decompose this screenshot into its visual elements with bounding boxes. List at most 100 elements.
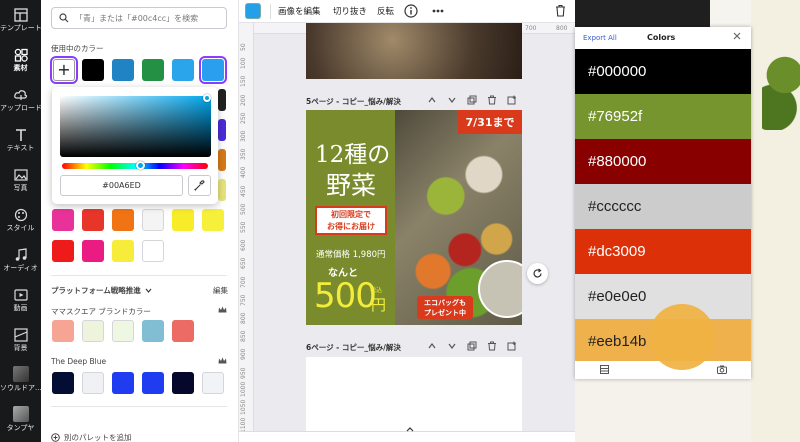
flip-button[interactable]: 反転: [377, 5, 394, 17]
page-6-title[interactable]: 6ページ - コピー_悩み/解決: [306, 342, 401, 353]
eyedropper-button[interactable]: [188, 175, 211, 196]
color-swatch[interactable]: [142, 59, 164, 81]
color-swatch-selected[interactable]: [199, 56, 227, 84]
color-swatch[interactable]: [218, 119, 226, 141]
page-5-title[interactable]: 5ページ - コピー_悩み/解決: [306, 96, 401, 107]
ecobag-label[interactable]: エコバッグも プレゼント中: [417, 296, 473, 319]
color-search-input[interactable]: 「青」または「#00c4cc」を検索: [51, 7, 227, 29]
app-thumbnail: [12, 366, 29, 382]
trash-icon[interactable]: [555, 4, 566, 17]
saturation-handle[interactable]: [203, 94, 211, 102]
add-page-icon[interactable]: [507, 341, 517, 351]
rail-item-upload[interactable]: アップロード: [0, 82, 41, 122]
color-swatch[interactable]: [172, 209, 194, 231]
crop-button[interactable]: 切り抜き: [333, 5, 367, 17]
color-swatch[interactable]: [82, 240, 104, 262]
rail-item-elements[interactable]: 素材: [0, 42, 41, 82]
hex-input[interactable]: #00A6ED: [60, 175, 183, 196]
color-swatch[interactable]: [218, 179, 226, 201]
chevron-up-icon[interactable]: [405, 426, 415, 432]
date-badge[interactable]: 7/31まで: [458, 110, 522, 134]
color-swatch[interactable]: [82, 59, 104, 81]
add-color-button[interactable]: +: [50, 56, 78, 84]
rail-item-audio[interactable]: オーディオ: [0, 242, 41, 282]
deep-blue-swatch[interactable]: [82, 372, 104, 394]
edit-image-button[interactable]: 画像を編集: [278, 5, 321, 17]
color-swatch[interactable]: [112, 59, 134, 81]
delete-page-icon[interactable]: [487, 341, 497, 351]
color-row[interactable]: #cccccc: [575, 184, 751, 229]
color-swatch[interactable]: [172, 59, 194, 81]
hue-handle[interactable]: [136, 161, 145, 170]
color-swatch[interactable]: [112, 240, 134, 262]
rail-label: 素材: [13, 64, 28, 72]
close-icon[interactable]: [732, 31, 742, 41]
color-row[interactable]: #dc3009: [575, 229, 751, 274]
refresh-button[interactable]: [527, 263, 548, 284]
brand-color-swatch[interactable]: [112, 320, 134, 342]
color-swatch[interactable]: [52, 240, 74, 262]
price-text[interactable]: 500: [314, 276, 377, 316]
rail-item-app-2[interactable]: タンプヤ: [0, 402, 41, 442]
color-row[interactable]: #880000: [575, 139, 751, 184]
color-swatch[interactable]: [218, 149, 226, 171]
add-page-icon[interactable]: [507, 95, 517, 105]
promo-line-2: お得にお届け: [327, 222, 375, 231]
deep-blue-swatch[interactable]: [172, 372, 194, 394]
rail-label: ソウルドア...: [0, 384, 41, 392]
rail-item-photos[interactable]: 写真: [0, 162, 41, 202]
brand-color-swatch[interactable]: [82, 320, 104, 342]
color-row[interactable]: #000000: [575, 49, 751, 94]
headline-line-2[interactable]: 野菜: [326, 166, 376, 202]
color-swatch[interactable]: [112, 209, 134, 231]
chevron-up-icon[interactable]: [427, 95, 437, 105]
regular-price[interactable]: 通常価格 1,980円: [316, 248, 386, 260]
rail-item-background[interactable]: 背景: [0, 322, 41, 362]
hue-slider[interactable]: [62, 163, 208, 169]
tax-label[interactable]: 税込: [370, 285, 382, 294]
color-swatch[interactable]: [52, 209, 74, 231]
deep-blue-swatch[interactable]: [52, 372, 74, 394]
headline-line-1[interactable]: 12種の: [315, 135, 390, 169]
price-unit[interactable]: 円: [371, 294, 386, 315]
chevron-down-icon[interactable]: [447, 341, 457, 351]
edit-palette-link[interactable]: 編集: [213, 285, 228, 296]
delete-page-icon[interactable]: [487, 95, 497, 105]
chevron-down-icon[interactable]: [447, 95, 457, 105]
rail-item-video[interactable]: 動画: [0, 282, 41, 322]
design-page-5[interactable]: 7/31まで 12種の 野菜 初回限定で お得にお届け 通常価格 1,980円 …: [306, 110, 522, 325]
deep-blue-swatch[interactable]: [202, 372, 224, 394]
list-view-icon[interactable]: [600, 365, 609, 374]
color-swatch[interactable]: [218, 89, 226, 111]
duplicate-page-icon[interactable]: [467, 95, 477, 105]
duplicate-page-icon[interactable]: [467, 341, 477, 351]
brand-color-swatch[interactable]: [172, 320, 194, 342]
color-swatch[interactable]: [142, 240, 164, 262]
rail-item-templates[interactable]: テンプレート: [0, 2, 41, 42]
brand-color-swatch[interactable]: [142, 320, 164, 342]
more-options-icon[interactable]: [432, 9, 444, 13]
rail-item-app-1[interactable]: ソウルドア...: [0, 362, 41, 402]
export-all-button[interactable]: Export All: [583, 34, 617, 42]
deep-blue-swatch[interactable]: [142, 372, 164, 394]
color-swatch[interactable]: [82, 209, 104, 231]
chevron-up-icon[interactable]: [427, 341, 437, 351]
fill-color-button[interactable]: [245, 3, 261, 19]
info-icon[interactable]: [404, 4, 418, 18]
ruler-tick-label: 650: [240, 257, 247, 270]
rail-item-style[interactable]: スタイル: [0, 202, 41, 242]
saturation-area[interactable]: [60, 96, 211, 157]
deep-blue-swatch[interactable]: [112, 372, 134, 394]
page-4-preview[interactable]: [306, 23, 522, 79]
add-palette-button[interactable]: 別のパレットを追加: [51, 432, 132, 442]
color-row[interactable]: #76952f: [575, 94, 751, 139]
ruler-tick-label: 800: [556, 25, 568, 32]
rail-item-text[interactable]: テキスト: [0, 122, 41, 162]
color-swatch[interactable]: [142, 209, 164, 231]
color-swatch[interactable]: [202, 209, 224, 231]
ruler-tick-label: 200: [240, 94, 247, 106]
promo-box[interactable]: 初回限定で お得にお届け: [315, 206, 387, 235]
camera-icon[interactable]: [717, 365, 727, 374]
brand-color-swatch[interactable]: [52, 320, 74, 342]
platform-palette-dropdown[interactable]: プラットフォーム戦略推進: [51, 285, 152, 296]
